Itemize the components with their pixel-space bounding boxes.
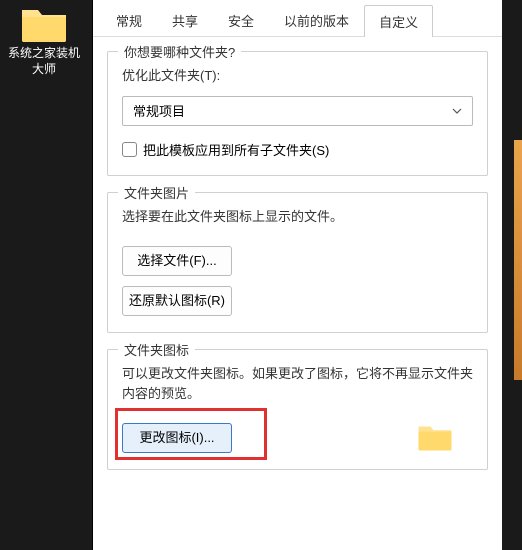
group-title: 你想要哪种文件夹? [118,42,241,61]
folder-picture-group: 文件夹图片 选择要在此文件夹图标上显示的文件。 选择文件(F)... 还原默认图… [107,192,488,334]
folder-preview-icon [417,422,453,452]
optimize-select[interactable]: 常规项目 [122,96,473,126]
desktop-icon-label: 系统之家装机大师 [8,46,80,77]
restore-default-button[interactable]: 还原默认图标(R) [122,286,232,316]
group-title: 文件夹图片 [118,183,195,202]
change-icon-button[interactable]: 更改图标(I)... [122,423,232,453]
tab-security[interactable]: 安全 [213,4,269,36]
folder-type-group: 你想要哪种文件夹? 优化此文件夹(T): 常规项目 把此模板应用到所有子文件夹(… [107,51,488,176]
folder-properties-dialog: 常规 共享 安全 以前的版本 自定义 你想要哪种文件夹? 优化此文件夹(T): … [92,0,502,550]
tab-previous-versions[interactable]: 以前的版本 [269,4,364,36]
select-value: 常规项目 [133,101,444,120]
optimize-label: 优化此文件夹(T): [122,66,473,86]
tab-bar: 常规 共享 安全 以前的版本 自定义 [93,0,502,37]
icon-desc: 可以更改文件夹图标。如果更改了图标，它将不再显示文件夹内容的预览。 [122,364,473,403]
decorative-sidebar [514,140,522,380]
apply-subfolders-row[interactable]: 把此模板应用到所有子文件夹(S) [122,140,473,159]
tab-customize[interactable]: 自定义 [364,5,433,37]
group-title: 文件夹图标 [118,340,195,359]
folder-icon-group: 文件夹图标 可以更改文件夹图标。如果更改了图标，它将不再显示文件夹内容的预览。 … [107,349,488,470]
tab-sharing[interactable]: 共享 [157,4,213,36]
customize-panel: 你想要哪种文件夹? 优化此文件夹(T): 常规项目 把此模板应用到所有子文件夹(… [93,37,502,500]
apply-subfolders-label: 把此模板应用到所有子文件夹(S) [143,140,329,159]
apply-subfolders-checkbox[interactable] [122,142,137,157]
choose-file-button[interactable]: 选择文件(F)... [122,246,232,276]
desktop-folder-shortcut[interactable]: 系统之家装机大师 [8,0,80,77]
tab-general[interactable]: 常规 [101,4,157,36]
chevron-down-icon [452,108,462,114]
folder-icon [20,4,68,44]
picture-desc: 选择要在此文件夹图标上显示的文件。 [122,207,473,227]
